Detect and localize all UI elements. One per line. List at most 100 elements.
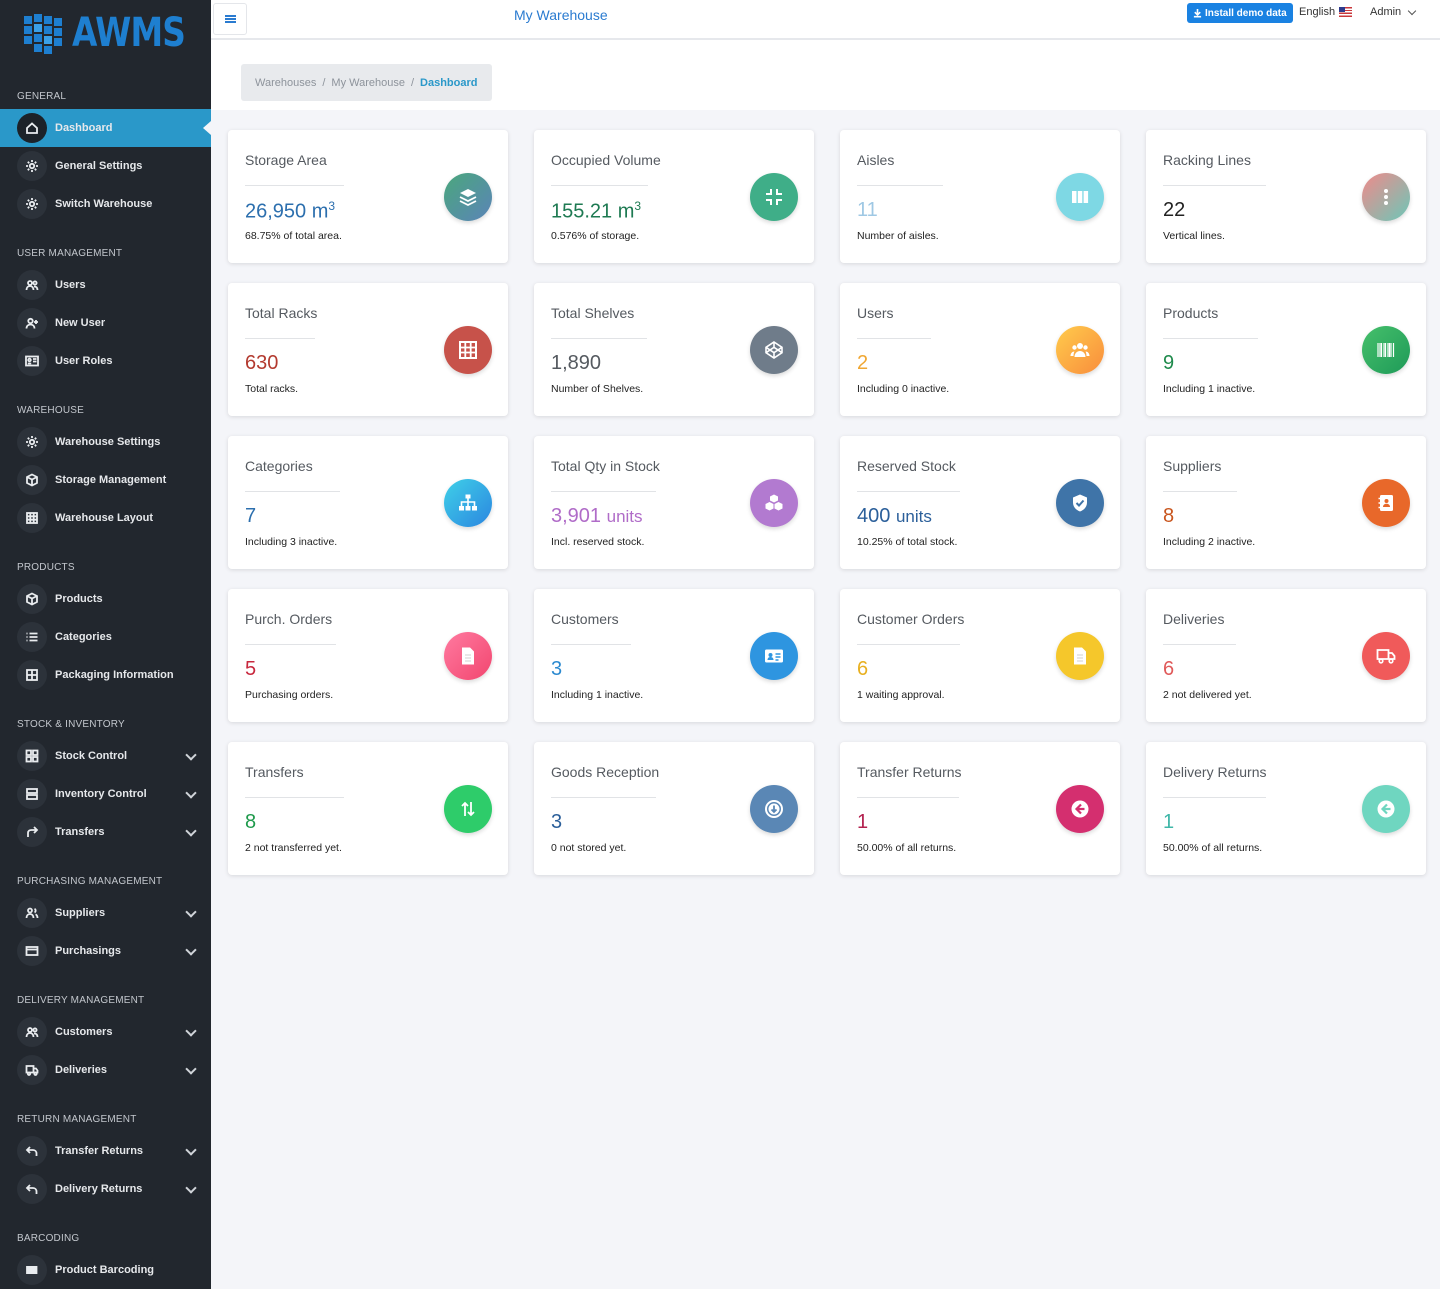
squares-icon: [17, 741, 47, 771]
stat-card-storage-area[interactable]: Storage Area 26,950 m3 68.75% of total are…: [228, 130, 508, 263]
divider: [551, 491, 656, 492]
stat-value-number: 6: [1163, 658, 1175, 680]
sidebar-item-users[interactable]: Users: [0, 266, 211, 304]
sidebar-item-new-user[interactable]: New User: [0, 304, 211, 342]
sidebar-item-transfer-returns[interactable]: Transfer Returns: [0, 1132, 211, 1170]
sidebar-item-stock-control[interactable]: Stock Control: [0, 737, 211, 775]
sidebar-item-categories[interactable]: Categories: [0, 618, 211, 656]
sidebar-item-storage-management[interactable]: Storage Management: [0, 461, 211, 499]
stat-description: 0.576% of storage.: [551, 230, 640, 242]
breadcrumb: Warehouses / My Warehouse / Dashboard: [241, 64, 492, 101]
stat-value: 630: [245, 352, 278, 375]
stat-value-unit: units: [606, 507, 643, 526]
barcode-icon: [1362, 326, 1410, 374]
stat-title: Deliveries: [1163, 611, 1225, 627]
sidebar-item-suppliers[interactable]: Suppliers: [0, 894, 211, 932]
stat-card-products[interactable]: Products 9 Including 1 inactive.: [1146, 283, 1426, 416]
sidebar-item-delivery-returns[interactable]: Delivery Returns: [0, 1170, 211, 1208]
barcode-icon: [17, 1255, 47, 1285]
stat-description: Including 1 inactive.: [551, 689, 644, 701]
stat-value-number: 7: [245, 505, 257, 527]
divider: [1163, 644, 1236, 645]
user-menu[interactable]: Admin: [1370, 6, 1417, 18]
stat-title: Users: [857, 305, 894, 321]
user-plus-icon: [17, 308, 47, 338]
stat-value-number: 3: [551, 658, 563, 680]
stat-card-racking-lines[interactable]: Racking Lines 22 Vertical lines.: [1146, 130, 1426, 263]
chevron-down-icon[interactable]: [185, 825, 197, 837]
stat-card-customer-orders[interactable]: Customer Orders 6 1 waiting approval.: [840, 589, 1120, 722]
sidebar-item-products[interactable]: Products: [0, 580, 211, 618]
stat-card-deliveries[interactable]: Deliveries 6 2 not delivered yet.: [1146, 589, 1426, 722]
sidebar-item-purchasings[interactable]: Purchasings: [0, 932, 211, 970]
sidebar-item-product-barcoding[interactable]: Product Barcoding: [0, 1251, 211, 1289]
chevron-down-icon[interactable]: [185, 944, 197, 956]
stat-card-users[interactable]: Users 2 Including 0 inactive.: [840, 283, 1120, 416]
breadcrumb-warehouses[interactable]: Warehouses: [255, 77, 316, 89]
stat-card-purch-orders[interactable]: Purch. Orders 5 Purchasing orders.: [228, 589, 508, 722]
chevron-down-icon[interactable]: [185, 1063, 197, 1075]
stat-value-number: 3,901: [551, 505, 602, 527]
arrow-left-circle-icon: [1362, 785, 1410, 833]
language-label: English: [1299, 6, 1336, 18]
language-selector[interactable]: English: [1299, 6, 1353, 18]
stat-value: 22: [1163, 199, 1185, 222]
stat-card-reserved-stock[interactable]: Reserved Stock 400 units 10.25% of total s…: [840, 436, 1120, 569]
stat-card-categories[interactable]: Categories 7 Including 3 inactive.: [228, 436, 508, 569]
sitemap-icon: [444, 479, 492, 527]
sidebar-item-deliveries[interactable]: Deliveries: [0, 1051, 211, 1089]
chevron-down-icon[interactable]: [185, 749, 197, 761]
stat-card-transfers[interactable]: Transfers 8 2 not transferred yet.: [228, 742, 508, 875]
divider: [245, 797, 344, 798]
stat-card-transfer-returns[interactable]: Transfer Returns 1 50.00% of all returns.: [840, 742, 1120, 875]
stat-value-number: 1: [857, 811, 869, 833]
sidebar-item-user-roles[interactable]: User Roles: [0, 342, 211, 380]
chevron-down-icon[interactable]: [185, 787, 197, 799]
stat-card-delivery-returns[interactable]: Delivery Returns 1 50.00% of all returns.: [1146, 742, 1426, 875]
install-demo-data-button[interactable]: Install demo data: [1187, 3, 1293, 23]
stat-description: 10.25% of total stock.: [857, 536, 958, 548]
sidebar-item-customers[interactable]: Customers: [0, 1013, 211, 1051]
sidebar-item-inventory-control[interactable]: Inventory Control: [0, 775, 211, 813]
stat-title: Customers: [551, 611, 619, 627]
stat-value-number: 155.21 m: [551, 200, 635, 223]
sidebar-section: PRODUCTS Products Categories Packaging Info…: [0, 537, 211, 694]
breadcrumb-my-warehouse[interactable]: My Warehouse: [331, 77, 405, 89]
stat-card-suppliers[interactable]: Suppliers 8 Including 2 inactive.: [1146, 436, 1426, 569]
chevron-down-icon[interactable]: [185, 1025, 197, 1037]
sidebar-item-packaging-information[interactable]: Packaging Information: [0, 656, 211, 694]
sidebar-item-switch-warehouse[interactable]: Switch Warehouse: [0, 185, 211, 223]
stat-card-total-shelves[interactable]: Total Shelves 1,890 Number of Shelves.: [534, 283, 814, 416]
server-icon: [17, 779, 47, 809]
stat-value: 5: [245, 658, 256, 681]
breadcrumb-dashboard: Dashboard: [420, 76, 478, 89]
stat-card-customers[interactable]: Customers 3 Including 1 inactive.: [534, 589, 814, 722]
stat-value-number: 8: [245, 811, 257, 833]
sidebar-item-transfers[interactable]: Transfers: [0, 813, 211, 851]
stat-card-total-qty-in-stock[interactable]: Total Qty in Stock 3,901 units Incl. reser…: [534, 436, 814, 569]
sidebar-item-label: Warehouse Settings: [55, 436, 161, 448]
logo[interactable]: AWMS: [0, 0, 211, 66]
file-icon: [444, 632, 492, 680]
warehouse-title[interactable]: My Warehouse: [514, 7, 608, 23]
sidebar-item-label: Users: [55, 279, 86, 291]
stat-card-aisles[interactable]: Aisles 11 Number of aisles.: [840, 130, 1120, 263]
divider: [857, 797, 959, 798]
breadcrumb-separator: /: [322, 76, 326, 89]
chevron-down-icon[interactable]: [185, 1144, 197, 1156]
chevron-down-icon[interactable]: [185, 906, 197, 918]
sidebar-item-warehouse-layout[interactable]: Warehouse Layout: [0, 499, 211, 537]
sidebar-item-warehouse-settings[interactable]: Warehouse Settings: [0, 423, 211, 461]
stat-value: 6: [1163, 658, 1174, 681]
stat-card-occupied-volume[interactable]: Occupied Volume 155.21 m3 0.576% of storag…: [534, 130, 814, 263]
address-book-icon: [1362, 479, 1410, 527]
compress-icon: [750, 173, 798, 221]
sidebar-item-dashboard[interactable]: Dashboard: [0, 109, 211, 147]
stat-card-total-racks[interactable]: Total Racks 630 Total racks.: [228, 283, 508, 416]
divider: [551, 797, 656, 798]
sidebar-section-title: PRODUCTS: [17, 562, 75, 573]
menu-toggle-button[interactable]: [213, 3, 247, 35]
sidebar-item-general-settings[interactable]: General Settings: [0, 147, 211, 185]
stat-card-goods-reception[interactable]: Goods Reception 3 0 not stored yet.: [534, 742, 814, 875]
chevron-down-icon[interactable]: [185, 1182, 197, 1194]
